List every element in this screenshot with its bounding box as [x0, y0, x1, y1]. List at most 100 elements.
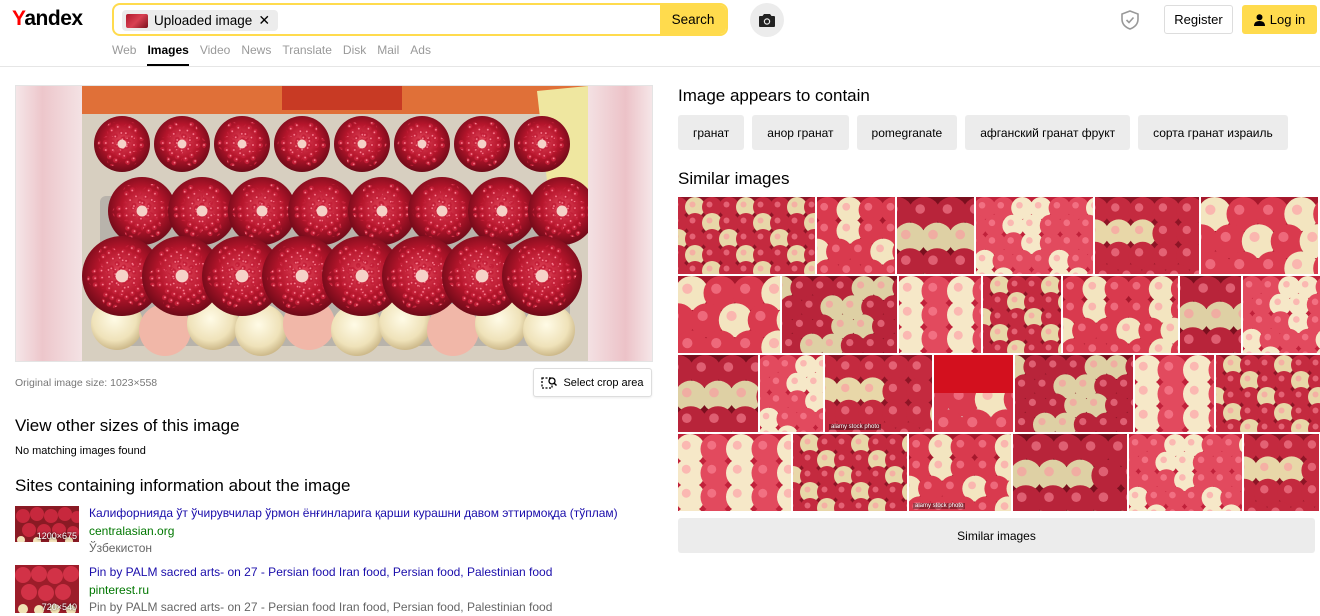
similar-image-thumbnail[interactable]: [976, 197, 1093, 274]
tab-video[interactable]: Video: [200, 43, 230, 66]
site-description: Ўзбекистон: [89, 541, 153, 555]
uploaded-image-label: Uploaded image: [154, 13, 253, 28]
user-icon: [1253, 13, 1265, 26]
similar-image-thumbnail[interactable]: [760, 355, 823, 432]
opened-pomegranate: [502, 236, 582, 316]
opened-pomegranate: [168, 177, 236, 245]
watermark-text: alamy stock photo: [829, 424, 882, 430]
site-result: 1200×675 Калифорнияда ўт ўчирувчилар ўрм…: [15, 506, 655, 556]
tab-translate[interactable]: Translate: [282, 43, 332, 66]
opened-pomegranate: [348, 177, 416, 245]
opened-pomegranate: [94, 116, 150, 172]
crop-icon: [541, 376, 558, 389]
tag-chip[interactable]: афганский гранат фрукт: [965, 115, 1131, 150]
similar-image-thumbnail[interactable]: [678, 355, 758, 432]
similar-image-thumbnail[interactable]: [793, 434, 907, 511]
crop-button-label: Select crop area: [563, 376, 644, 389]
similar-image-thumbnail[interactable]: [678, 276, 780, 353]
close-icon[interactable]: ✕: [258, 12, 270, 29]
site-title-link[interactable]: Калифорнияда ўт ўчирувчилар ўрмон ёнғинл…: [89, 506, 618, 520]
shield-icon[interactable]: [1119, 9, 1141, 31]
search-button[interactable]: Search: [660, 5, 726, 34]
search-box[interactable]: Uploaded image ✕ Search: [112, 3, 728, 36]
similar-image-thumbnail[interactable]: [983, 276, 1061, 353]
uploaded-image-preview[interactable]: [15, 85, 653, 362]
tab-images[interactable]: Images: [147, 43, 189, 66]
opened-pomegranate: [454, 116, 510, 172]
similar-image-thumbnail[interactable]: [1095, 197, 1199, 274]
similar-image-thumbnail[interactable]: [1244, 434, 1319, 511]
tag-chip[interactable]: анор гранат: [752, 115, 849, 150]
login-label: Log in: [1269, 12, 1306, 27]
camera-icon[interactable]: [750, 3, 784, 37]
similar-image-thumbnail[interactable]: [1015, 355, 1133, 432]
site-title-link[interactable]: Pin by PALM sacred arts- on 27 - Persian…: [89, 565, 552, 579]
tag-chip[interactable]: pomegranate: [856, 115, 958, 150]
opened-pomegranate: [108, 177, 176, 245]
other-sizes-heading: View other sizes of this image: [15, 416, 240, 435]
similar-image-thumbnail[interactable]: [678, 197, 815, 274]
similar-image-thumbnail[interactable]: [1216, 355, 1320, 432]
opened-pomegranate: [408, 177, 476, 245]
similar-image-thumbnail[interactable]: [1013, 434, 1127, 511]
site-thumbnail[interactable]: 720×540: [15, 565, 79, 613]
yandex-logo[interactable]: Yandex: [12, 7, 83, 31]
opened-pomegranate: [214, 116, 270, 172]
thumbnail-size: 1200×675: [36, 531, 77, 541]
similar-images-grid: alamy stock photo alamy stock photo: [678, 197, 1320, 512]
header: Yandex Uploaded image ✕ Search Register …: [0, 0, 1320, 67]
opened-pomegranate: [394, 116, 450, 172]
opened-pomegranate: [288, 177, 356, 245]
site-domain-link[interactable]: centralasian.org: [89, 524, 174, 538]
similar-image-thumbnail[interactable]: [899, 276, 981, 353]
tag-list: гранат анор гранат pomegranate афганский…: [678, 115, 1288, 150]
site-thumbnail[interactable]: 1200×675: [15, 506, 79, 542]
similar-image-thumbnail[interactable]: [782, 276, 897, 353]
site-domain-link[interactable]: pinterest.ru: [89, 583, 149, 597]
select-crop-area-button[interactable]: Select crop area: [533, 368, 652, 397]
opened-pomegranate: [468, 177, 536, 245]
contains-heading: Image appears to contain: [678, 86, 870, 105]
no-matching-message: No matching images found: [15, 445, 146, 457]
uploaded-image-chip[interactable]: Uploaded image ✕: [122, 10, 279, 31]
opened-pomegranate: [334, 116, 390, 172]
tab-web[interactable]: Web: [112, 43, 136, 66]
similar-images-heading: Similar images: [678, 169, 790, 188]
tag-chip[interactable]: сорта гранат израиль: [1138, 115, 1288, 150]
site-description: Pin by PALM sacred arts- on 27 - Persian…: [89, 600, 553, 614]
similar-image-thumbnail[interactable]: [934, 355, 1013, 432]
tab-news[interactable]: News: [241, 43, 271, 66]
logo-text: andex: [24, 7, 83, 30]
similar-image-thumbnail[interactable]: [1063, 276, 1178, 353]
logo-letter: Y: [12, 7, 25, 30]
tab-ads[interactable]: Ads: [410, 43, 431, 66]
register-button[interactable]: Register: [1164, 5, 1233, 34]
original-image-size: Original image size: 1023×558: [15, 377, 158, 389]
thumbnail-size: 720×540: [41, 602, 77, 612]
preview-blur-right: [586, 86, 652, 361]
similar-image-thumbnail[interactable]: [1129, 434, 1242, 511]
tag-chip[interactable]: гранат: [678, 115, 745, 150]
uploaded-image-thumbnail: [126, 13, 148, 28]
similar-image-thumbnail[interactable]: [1201, 197, 1318, 274]
login-button[interactable]: Log in: [1242, 5, 1317, 34]
pomegranates-image: [82, 86, 588, 361]
similar-images-button[interactable]: Similar images: [678, 518, 1315, 553]
tab-mail[interactable]: Mail: [377, 43, 399, 66]
similar-image-thumbnail[interactable]: [678, 434, 791, 511]
service-tabs: Web Images Video News Translate Disk Mai…: [112, 43, 442, 66]
similar-image-thumbnail[interactable]: [1135, 355, 1214, 432]
watermark-text: alamy stock photo: [913, 503, 966, 509]
sites-heading: Sites containing information about the i…: [15, 476, 351, 495]
similar-image-thumbnail[interactable]: alamy stock photo: [825, 355, 932, 432]
similar-image-thumbnail[interactable]: [817, 197, 895, 274]
similar-image-thumbnail[interactable]: [897, 197, 974, 274]
opened-pomegranate: [274, 116, 330, 172]
site-result: 720×540 Pin by PALM sacred arts- on 27 -…: [15, 565, 655, 615]
opened-pomegranate: [514, 116, 570, 172]
similar-image-thumbnail[interactable]: [1180, 276, 1241, 353]
similar-image-thumbnail[interactable]: alamy stock photo: [909, 434, 1011, 511]
tab-disk[interactable]: Disk: [343, 43, 366, 66]
similar-image-thumbnail[interactable]: [1243, 276, 1320, 353]
opened-pomegranate: [154, 116, 210, 172]
